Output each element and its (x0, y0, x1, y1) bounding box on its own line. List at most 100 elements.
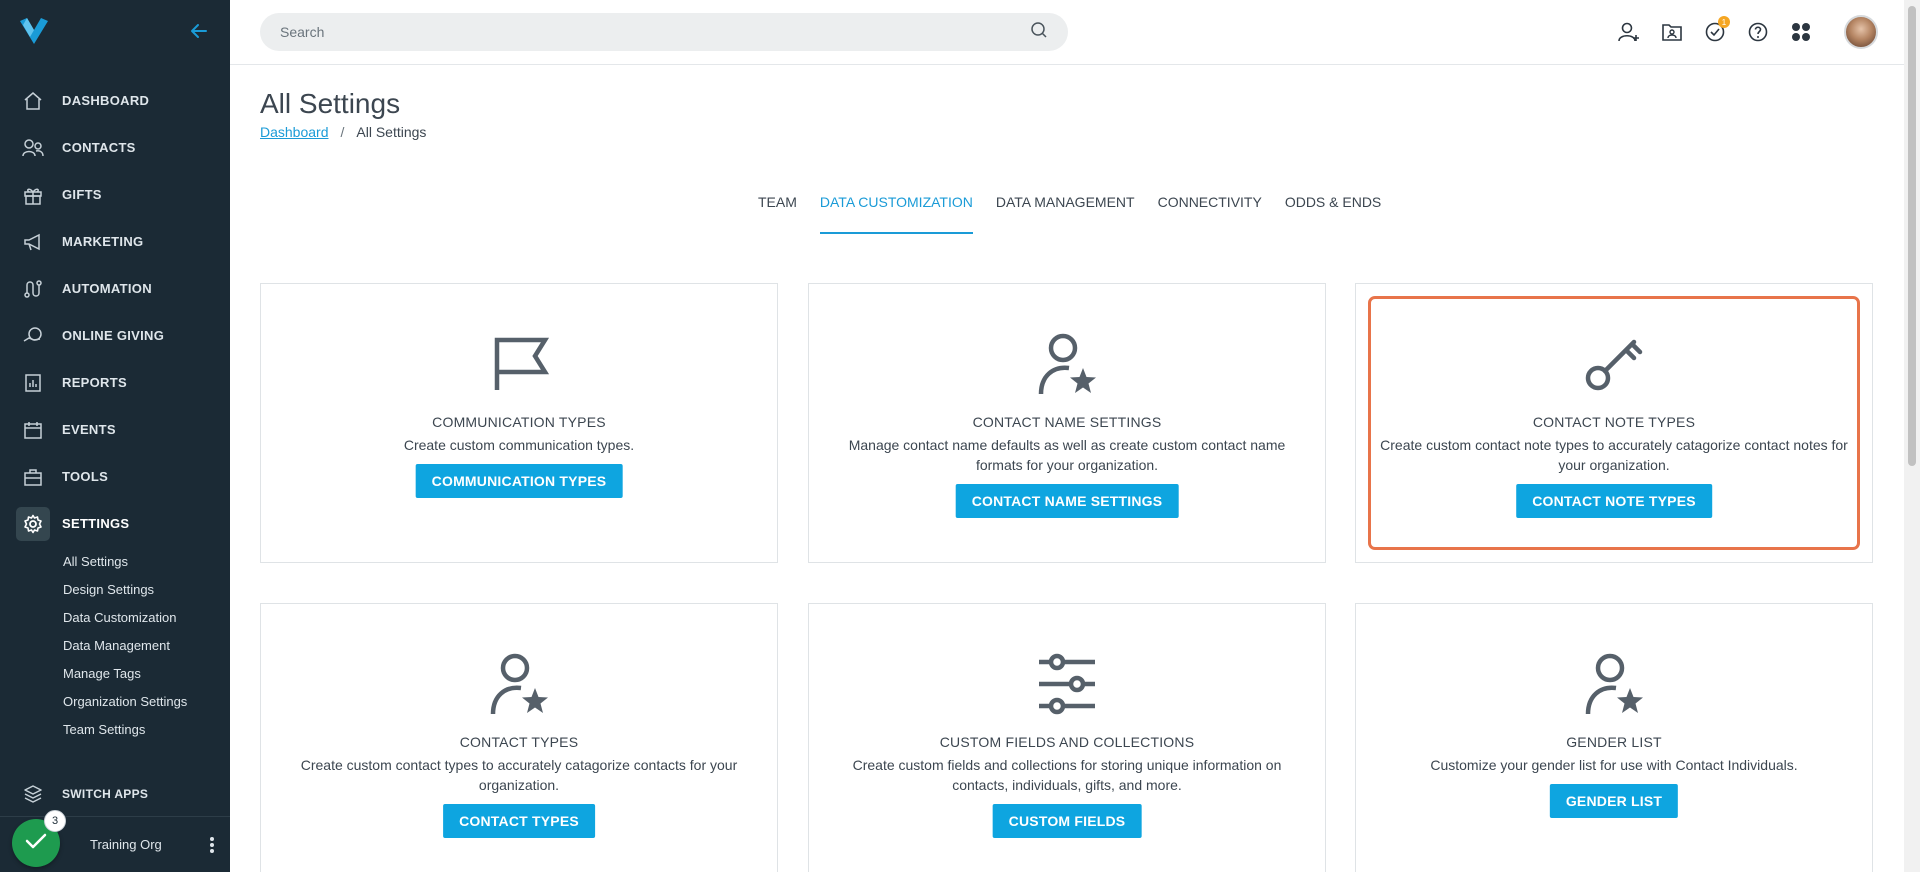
submenu-organization-settings[interactable]: Organization Settings (63, 687, 230, 715)
flag-icon (487, 332, 551, 396)
sliders-icon (1035, 652, 1099, 716)
communication-types-button[interactable]: COMMUNICATION TYPES (415, 464, 623, 498)
tasks-count-badge: 3 (44, 810, 66, 832)
switch-apps-label: SWITCH APPS (62, 786, 149, 801)
sidebar: DASHBOARD CONTACTS GIFTS MARKETING AUTOM… (0, 0, 230, 872)
card-custom-fields: CUSTOM FIELDS AND COLLECTIONS Create cus… (808, 603, 1326, 872)
megaphone-icon (22, 231, 44, 253)
tab-team[interactable]: TEAM (758, 190, 797, 234)
card-communication-types: COMMUNICATION TYPES Create custom commun… (260, 283, 778, 563)
more-options-icon[interactable] (206, 833, 218, 857)
sidebar-item-label: SETTINGS (62, 516, 130, 531)
sidebar-item-gifts[interactable]: GIFTS (0, 171, 230, 218)
card-contact-types: CONTACT TYPES Create custom contact type… (260, 603, 778, 872)
tasks-icon[interactable]: 1 (1702, 16, 1730, 45)
sidebar-item-contacts[interactable]: CONTACTS (0, 124, 230, 171)
breadcrumb-dashboard-link[interactable]: Dashboard (260, 124, 329, 140)
sidebar-item-label: MARKETING (62, 234, 144, 249)
top-bar: 1 (230, 0, 1920, 65)
sidebar-item-label: EVENTS (62, 422, 116, 437)
user-star-icon (1582, 652, 1646, 716)
breadcrumb-current: All Settings (356, 124, 427, 140)
submenu-all-settings[interactable]: All Settings (63, 547, 230, 575)
submenu-manage-tags[interactable]: Manage Tags (63, 659, 230, 687)
submenu-data-management[interactable]: Data Management (63, 631, 230, 659)
automation-icon (22, 278, 44, 300)
sidebar-item-automation[interactable]: AUTOMATION (0, 265, 230, 312)
card-description: Manage contact name defaults as well as … (848, 437, 1286, 473)
sidebar-item-tools[interactable]: TOOLS (0, 453, 230, 500)
sidebar-item-label: ONLINE GIVING (62, 328, 165, 343)
card-title: CUSTOM FIELDS AND COLLECTIONS (939, 734, 1195, 750)
online-giving-icon (22, 325, 44, 347)
toolbox-icon (22, 466, 44, 488)
sidebar-item-reports[interactable]: REPORTS (0, 359, 230, 406)
breadcrumb-separator: / (340, 124, 345, 140)
collapse-sidebar-icon[interactable] (188, 20, 210, 42)
tab-data-customization[interactable]: DATA CUSTOMIZATION (819, 190, 973, 234)
settings-submenu: All Settings Design Settings Data Custom… (0, 547, 230, 743)
check-icon (25, 832, 47, 855)
app-logo[interactable] (20, 18, 48, 44)
page-title: All Settings (260, 88, 401, 119)
contacts-icon (22, 137, 44, 159)
card-contact-note-types: CONTACT NOTE TYPES Create custom contact… (1355, 283, 1873, 563)
sidebar-item-label: CONTACTS (62, 140, 136, 155)
card-title: COMMUNICATION TYPES (432, 414, 606, 430)
sidebar-item-marketing[interactable]: MARKETING (0, 218, 230, 265)
notification-badge: 1 (1718, 16, 1730, 28)
sidebar-item-online-giving[interactable]: ONLINE GIVING (0, 312, 230, 359)
card-title: CONTACT TYPES (459, 734, 579, 750)
custom-fields-button[interactable]: CUSTOM FIELDS (992, 804, 1142, 838)
user-star-icon (1035, 332, 1099, 396)
card-title: CONTACT NAME SETTINGS (972, 414, 1162, 430)
card-title: GENDER LIST (1566, 734, 1662, 750)
tab-data-management[interactable]: DATA MANAGEMENT (996, 190, 1135, 234)
gear-icon (16, 506, 50, 541)
tab-odds-ends[interactable]: ODDS & ENDS (1285, 190, 1381, 234)
reports-icon (22, 372, 44, 394)
contact-folder-icon[interactable] (1659, 19, 1685, 45)
breadcrumb: Dashboard / All Settings (260, 124, 426, 140)
sidebar-item-label: REPORTS (62, 375, 127, 390)
submenu-team-settings[interactable]: Team Settings (63, 715, 230, 743)
submenu-data-customization[interactable]: Data Customization (63, 603, 230, 631)
sidebar-item-label: AUTOMATION (62, 281, 152, 296)
search-bar (260, 13, 1068, 51)
card-title: CONTACT NOTE TYPES (1532, 414, 1696, 430)
scrollbar-thumb[interactable] (1908, 6, 1916, 466)
add-contact-icon[interactable] (1616, 19, 1642, 45)
contact-name-settings-button[interactable]: CONTACT NAME SETTINGS (955, 484, 1179, 518)
help-icon[interactable] (1745, 19, 1771, 45)
search-icon[interactable] (1030, 21, 1048, 44)
switch-apps: SWITCH APPS (0, 770, 230, 817)
key-icon (1582, 332, 1646, 396)
submenu-design-settings[interactable]: Design Settings (63, 575, 230, 603)
switch-apps-button[interactable]: SWITCH APPS (0, 770, 230, 817)
settings-tabs: TEAM DATA CUSTOMIZATION DATA MANAGEMENT … (758, 190, 1404, 234)
tab-connectivity[interactable]: CONNECTIVITY (1158, 190, 1262, 234)
card-gender-list: GENDER LIST Customize your gender list f… (1355, 603, 1873, 872)
sidebar-item-dashboard[interactable]: DASHBOARD (0, 77, 230, 124)
sidebar-item-label: TOOLS (62, 469, 109, 484)
gender-list-button[interactable]: GENDER LIST (1549, 784, 1679, 818)
sidebar-item-label: GIFTS (62, 187, 102, 202)
card-description: Customize your gender list for use with … (1430, 757, 1798, 773)
calendar-icon (22, 419, 44, 441)
contact-note-types-button[interactable]: CONTACT NOTE TYPES (1516, 484, 1712, 518)
card-description: Create custom fields and collections for… (852, 757, 1282, 793)
card-description: Create custom contact types to accuratel… (300, 757, 738, 793)
contact-types-button[interactable]: CONTACT TYPES (443, 804, 595, 838)
sidebar-nav: DASHBOARD CONTACTS GIFTS MARKETING AUTOM… (0, 77, 230, 743)
apps-grid-icon[interactable] (1788, 19, 1814, 45)
page-scrollbar[interactable] (1904, 0, 1920, 872)
search-input[interactable] (280, 24, 1030, 40)
gift-icon (22, 184, 44, 206)
user-star-icon (487, 652, 551, 716)
sidebar-item-events[interactable]: EVENTS (0, 406, 230, 453)
sidebar-item-settings[interactable]: SETTINGS (0, 500, 230, 547)
card-description: Create custom contact note types to accu… (1380, 437, 1848, 473)
org-name[interactable]: Training Org (90, 837, 162, 852)
user-avatar[interactable] (1844, 15, 1878, 49)
sidebar-item-label: DASHBOARD (62, 93, 150, 108)
